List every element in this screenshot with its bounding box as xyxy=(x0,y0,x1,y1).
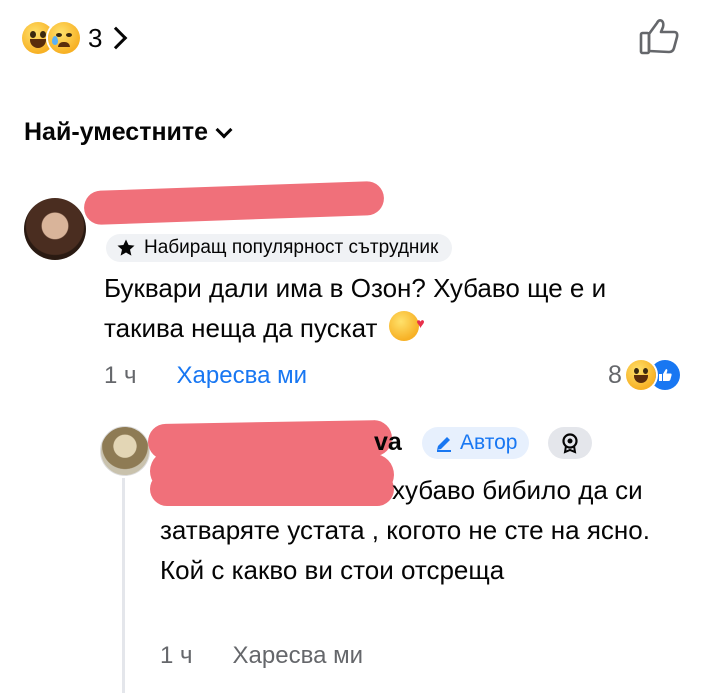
grinning-emoji-icon xyxy=(625,360,656,390)
reactions-summary[interactable]: 3 xyxy=(22,18,128,58)
sad-emoji-icon xyxy=(48,22,80,54)
reply-time[interactable]: 1 ч xyxy=(160,642,193,670)
comment-reactions[interactable]: 8 xyxy=(608,360,680,390)
comment-text: Буквари дали има в Озон? Хубаво ще е и т… xyxy=(104,268,664,348)
sort-dropdown[interactable]: Най-уместните xyxy=(24,118,233,147)
badge-label: Набиращ популярност сътрудник xyxy=(144,237,439,258)
author-badge-label: Автор xyxy=(460,431,518,454)
like-button[interactable] xyxy=(638,16,682,56)
award-badge[interactable] xyxy=(548,427,592,459)
comment-time[interactable]: 1 ч xyxy=(104,362,137,390)
author-avatar[interactable] xyxy=(100,426,150,476)
reply-thread-line xyxy=(122,478,125,693)
comment-body: Буквари дали има в Озон? Хубаво ще е и т… xyxy=(104,273,607,343)
author-badge: Автор xyxy=(422,427,530,459)
reaction-count: 3 xyxy=(88,22,103,53)
sort-label: Най-уместните xyxy=(24,118,209,146)
smiling-hearts-emoji-icon xyxy=(388,303,425,343)
reply-text: хубаво бибило да си затваряте устата , к… xyxy=(160,470,690,590)
reply-actions: 1 ч Харесва ми xyxy=(160,642,363,670)
contributor-badge[interactable]: Набиращ популярност сътрудник xyxy=(106,234,453,262)
author-name[interactable]: va xyxy=(374,428,402,457)
comment-reaction-count: 8 xyxy=(608,360,622,389)
comment-actions: 1 ч Харесва ми xyxy=(104,362,307,390)
like-comment-button[interactable]: Харесва ми xyxy=(177,362,307,390)
chevron-right-icon xyxy=(105,26,128,50)
reply-body: хубаво бибило да си затваряте устата , к… xyxy=(160,475,650,585)
commenter-avatar[interactable] xyxy=(24,198,86,260)
thumbs-up-icon xyxy=(639,19,679,55)
award-icon xyxy=(562,433,578,454)
pencil-icon xyxy=(437,437,451,452)
star-icon xyxy=(117,239,135,256)
chevron-down-icon xyxy=(215,121,233,138)
redaction-mark xyxy=(83,180,385,226)
like-reply-button[interactable]: Харесва ми xyxy=(233,642,363,670)
